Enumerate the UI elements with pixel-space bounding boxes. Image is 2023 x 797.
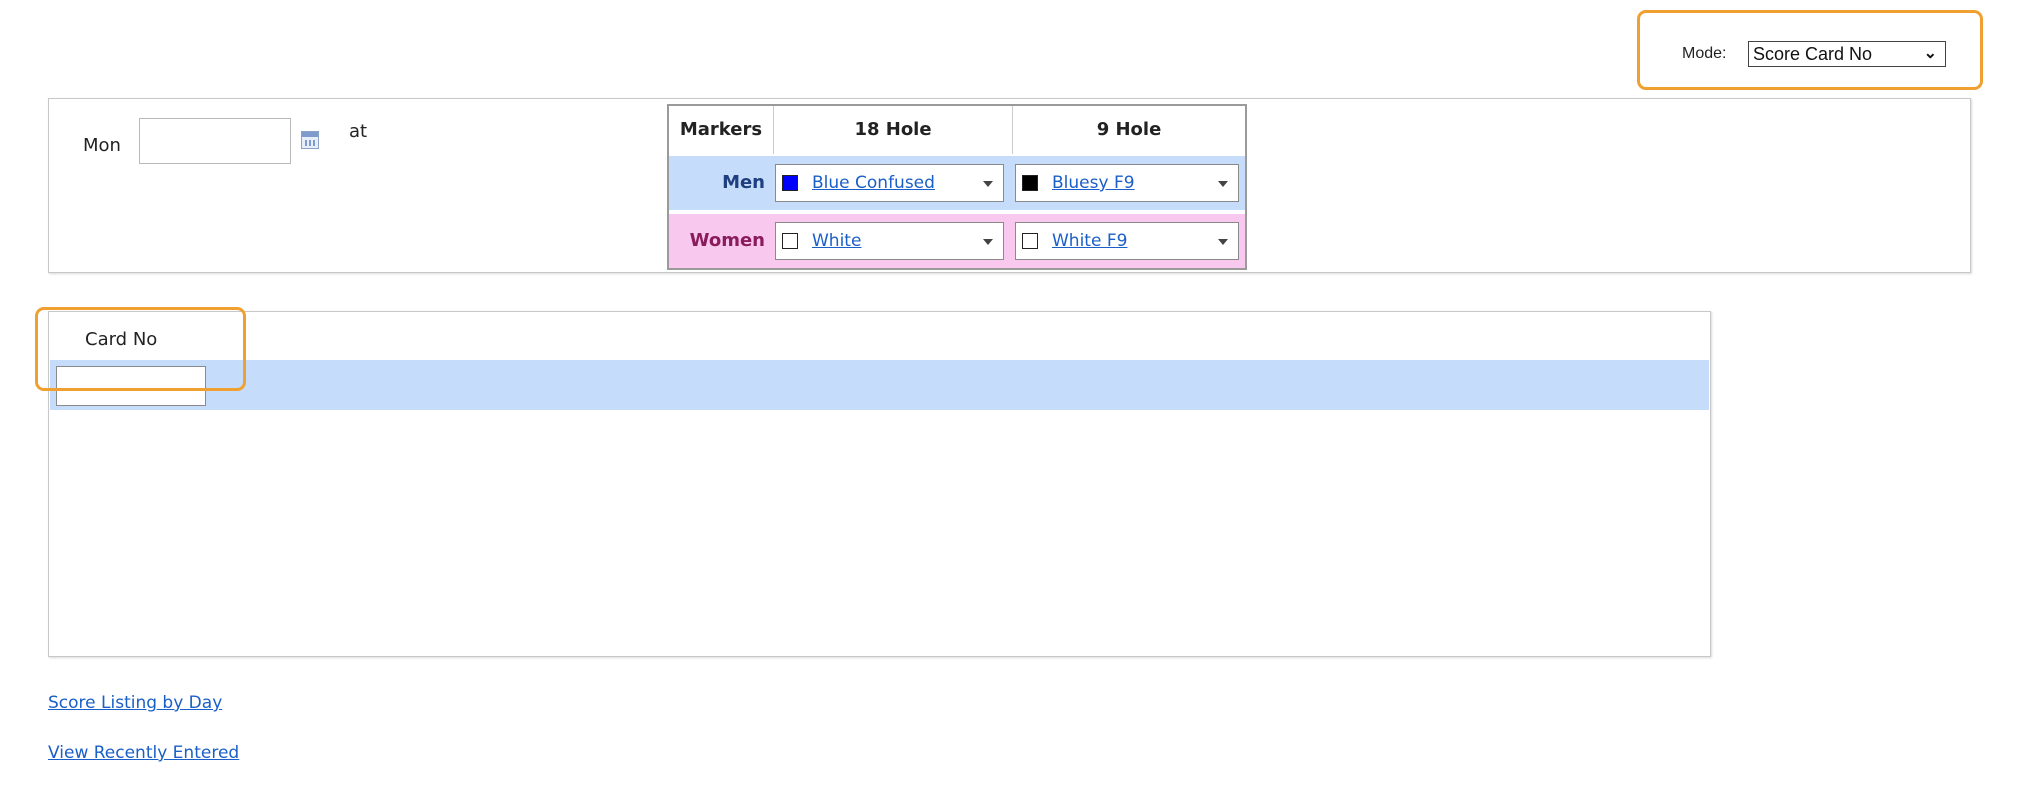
dropdown-arrow-icon[interactable]: [983, 239, 993, 245]
women-9-hole-dropdown[interactable]: White F9: [1015, 222, 1239, 260]
at-label: at: [349, 121, 368, 142]
mode-select[interactable]: Score Card No ⌄: [1748, 41, 1946, 67]
row-label-men: Men: [722, 172, 765, 193]
dropdown-arrow-icon[interactable]: [1218, 239, 1228, 245]
mode-selector-highlight: Mode: Score Card No ⌄: [1637, 10, 1983, 90]
women-9-hole-link[interactable]: White F9: [1052, 231, 1127, 251]
color-swatch: [782, 233, 798, 249]
card-no-input[interactable]: [56, 366, 206, 406]
men-18-hole-dropdown[interactable]: Blue Confused: [775, 164, 1004, 202]
men-18-hole-link[interactable]: Blue Confused: [812, 173, 935, 193]
view-recent-link[interactable]: View Recently Entered: [48, 743, 239, 763]
date-input[interactable]: [139, 118, 291, 164]
hole9-header: 9 Hole: [1012, 106, 1245, 154]
table-row: [50, 360, 1709, 410]
card-entry-panel: Card No: [48, 311, 1711, 657]
date-marker-panel: Mon at Markers 18 Hole 9 Hole Men Blue C…: [48, 98, 1971, 273]
card-no-header: Card No: [85, 329, 158, 350]
score-listing-link[interactable]: Score Listing by Day: [48, 693, 222, 713]
hole18-header: 18 Hole: [773, 106, 1012, 154]
women-18-hole-dropdown[interactable]: White: [775, 222, 1004, 260]
calendar-icon[interactable]: [301, 131, 319, 149]
mode-selected-value: Score Card No: [1753, 44, 1873, 64]
color-swatch: [782, 175, 798, 191]
chevron-down-icon: ⌄: [1923, 45, 1937, 62]
row-label-women: Women: [689, 230, 765, 251]
markers-header: Markers: [679, 119, 763, 140]
men-9-hole-link[interactable]: Bluesy F9: [1052, 173, 1135, 193]
dropdown-arrow-icon[interactable]: [983, 181, 993, 187]
day-label: Mon: [83, 135, 121, 156]
color-swatch: [1022, 175, 1038, 191]
women-18-hole-link[interactable]: White: [812, 231, 861, 251]
markers-row-women: Women White White F9: [669, 214, 1245, 268]
dropdown-arrow-icon[interactable]: [1218, 181, 1228, 187]
markers-row-men: Men Blue Confused Bluesy F9: [669, 156, 1245, 210]
men-9-hole-dropdown[interactable]: Bluesy F9: [1015, 164, 1239, 202]
color-swatch: [1022, 233, 1038, 249]
markers-table: Markers 18 Hole 9 Hole Men Blue Confused…: [667, 104, 1247, 270]
mode-label: Mode:: [1682, 45, 1727, 62]
